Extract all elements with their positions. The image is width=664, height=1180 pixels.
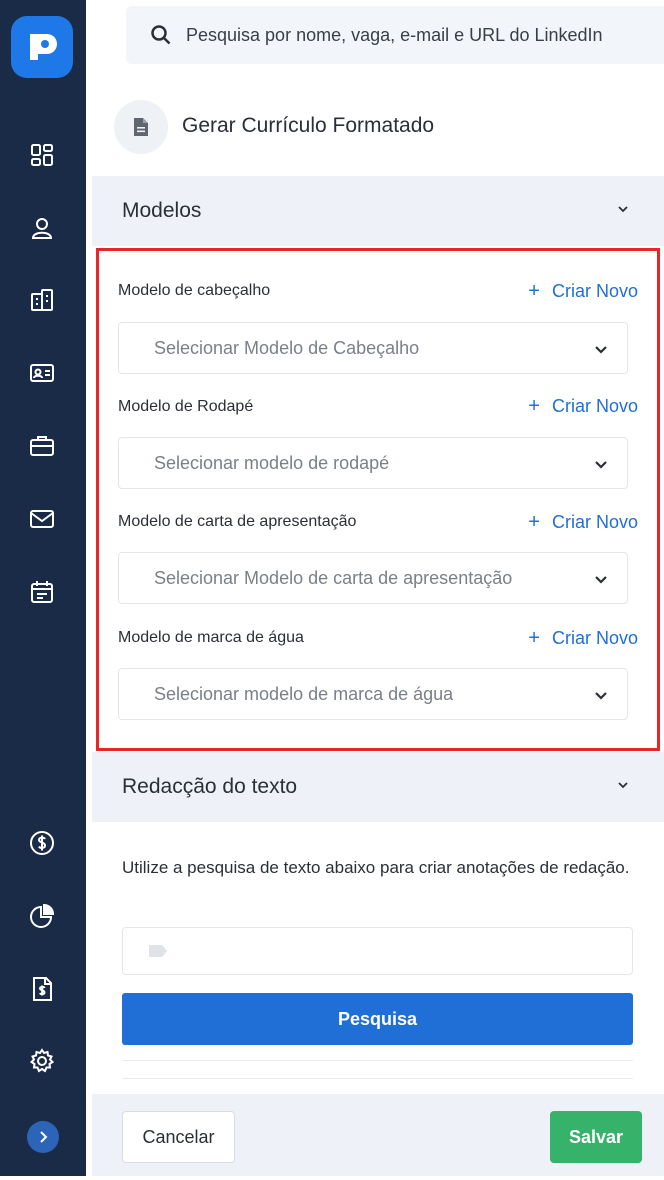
calendar-icon[interactable] <box>26 576 58 608</box>
search-input[interactable] <box>186 24 664 46</box>
chevron-down-icon <box>618 782 628 789</box>
logo-icon <box>30 34 57 60</box>
search-icon <box>151 25 171 45</box>
settings-gear-icon[interactable] <box>26 1045 58 1077</box>
cancel-button[interactable]: Cancelar <box>122 1111 235 1163</box>
chevron-right-icon <box>40 1131 48 1143</box>
redaction-search-button[interactable]: Pesquisa <box>122 993 633 1045</box>
plus-icon: + <box>528 395 540 417</box>
panel-title: Gerar Currículo Formatado <box>182 114 435 137</box>
resume-panel: Gerar Currículo Formatado Modelos Modelo… <box>92 78 664 1176</box>
header-template-select[interactable]: Selecionar Modelo de Cabeçalho <box>118 322 628 374</box>
candidates-icon[interactable] <box>26 212 58 244</box>
document-icon <box>134 118 148 136</box>
watermark-template-select[interactable]: Selecionar modelo de marca de água <box>118 668 628 720</box>
create-header-template-link[interactable]: + Criar Novo <box>528 280 638 303</box>
jobs-briefcase-icon[interactable] <box>26 430 58 462</box>
reports-pie-icon[interactable] <box>26 900 58 932</box>
redaction-help-text: Utilize a pesquisa de texto abaixo para … <box>122 858 630 877</box>
divider <box>122 1060 633 1061</box>
app-logo[interactable] <box>11 16 73 78</box>
models-heading: Modelos <box>122 199 202 222</box>
dashboard-icon[interactable] <box>26 139 58 171</box>
panel-footer: Cancelar Salvar <box>92 1094 664 1176</box>
models-section-header[interactable]: Modelos <box>92 176 664 246</box>
redaction-heading: Redacção do texto <box>122 775 298 798</box>
mail-icon[interactable] <box>26 503 58 535</box>
top-bar <box>86 0 664 78</box>
global-search[interactable] <box>126 6 664 64</box>
redaction-text-input[interactable] <box>122 927 633 975</box>
chevron-down-icon <box>595 346 607 354</box>
chevron-down-icon <box>595 692 607 700</box>
plus-icon: + <box>528 280 540 302</box>
chevron-down-icon <box>595 461 607 469</box>
billing-dollar-icon[interactable] <box>26 827 58 859</box>
chevron-down-icon <box>595 576 607 584</box>
create-watermark-template-link[interactable]: + Criar Novo <box>528 627 638 650</box>
sidebar <box>0 0 86 1176</box>
header-template-label: Modelo de cabeçalho <box>118 282 271 299</box>
watermark-template-label: Modelo de marca de água <box>118 629 304 646</box>
create-cover-letter-template-link[interactable]: + Criar Novo <box>528 511 638 534</box>
redaction-section-header[interactable]: Redacção do texto <box>92 752 664 822</box>
cover-letter-template-select[interactable]: Selecionar Modelo de carta de apresentaç… <box>118 552 628 604</box>
expand-sidebar-button[interactable] <box>27 1121 59 1153</box>
cover-letter-template-label: Modelo de carta de apresentação <box>118 513 357 530</box>
tag-icon <box>149 945 167 957</box>
document-icon-badge <box>114 100 168 154</box>
footer-template-label: Modelo de Rodapé <box>118 398 254 415</box>
plus-icon: + <box>528 511 540 533</box>
contact-card-icon[interactable] <box>26 357 58 389</box>
plus-icon: + <box>528 627 540 649</box>
companies-icon[interactable] <box>26 284 58 316</box>
save-button[interactable]: Salvar <box>550 1111 642 1163</box>
footer-template-select[interactable]: Selecionar modelo de rodapé <box>118 437 628 489</box>
create-footer-template-link[interactable]: + Criar Novo <box>528 395 638 418</box>
invoice-icon[interactable] <box>26 973 58 1005</box>
divider <box>122 1078 633 1079</box>
chevron-down-icon <box>618 206 628 213</box>
